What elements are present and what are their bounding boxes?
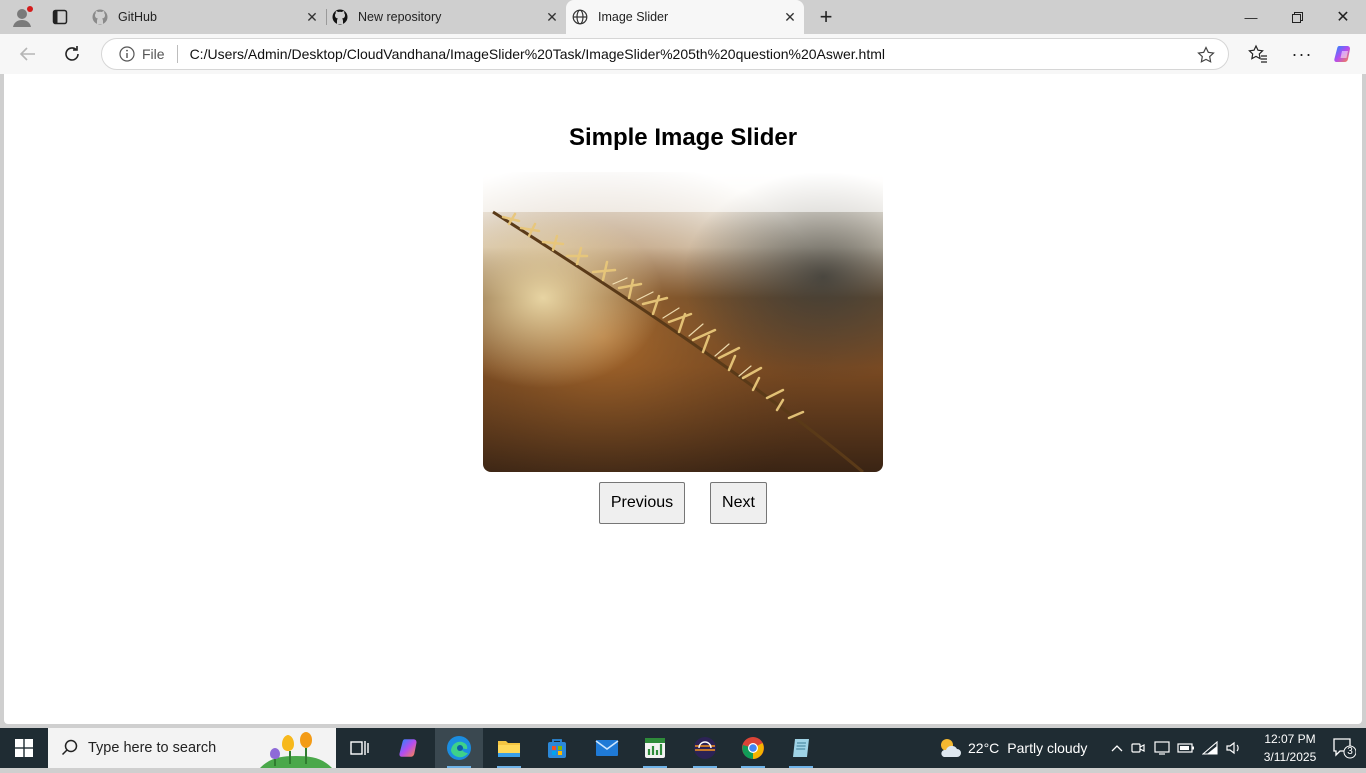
task-view-icon[interactable] bbox=[336, 728, 384, 768]
slider-image bbox=[483, 172, 883, 472]
meet-now-icon[interactable] bbox=[1126, 741, 1150, 755]
close-tab-icon[interactable]: ✕ bbox=[304, 9, 320, 25]
tab-actions-icon[interactable] bbox=[48, 6, 72, 28]
wifi-icon[interactable] bbox=[1198, 741, 1222, 755]
chrome-icon[interactable] bbox=[729, 728, 777, 768]
edge-browser-icon[interactable] bbox=[435, 728, 483, 768]
more-options-icon[interactable]: ··· bbox=[1288, 40, 1316, 68]
battery-icon[interactable] bbox=[1174, 742, 1198, 754]
profile-avatar-icon[interactable] bbox=[8, 4, 36, 30]
notification-center-icon[interactable]: 3 bbox=[1330, 736, 1358, 760]
notepad-icon[interactable] bbox=[777, 728, 825, 768]
tab-label: New repository bbox=[358, 10, 442, 24]
restore-icon[interactable] bbox=[1274, 0, 1320, 34]
favorite-star-icon[interactable] bbox=[1196, 45, 1216, 65]
weather-condition: Partly cloudy bbox=[1007, 740, 1088, 756]
page-title: Simple Image Slider bbox=[568, 124, 798, 151]
taskbar-clock[interactable]: 12:07 PM 3/11/2025 bbox=[1260, 730, 1320, 766]
globe-icon bbox=[572, 9, 588, 25]
browser-toolbar: File C:/Users/Admin/Desktop/CloudVandhan… bbox=[0, 34, 1366, 74]
search-placeholder: Type here to search bbox=[88, 740, 217, 756]
copilot-icon[interactable] bbox=[1330, 40, 1358, 68]
page-viewport: Simple Image Slider Previous Next bbox=[4, 74, 1362, 724]
tab-bar: GitHub ✕ New repository ✕ Image Slider ✕… bbox=[0, 0, 1366, 34]
weather-widget[interactable]: 22°C Partly cloudy bbox=[936, 728, 1087, 768]
taskbar-search[interactable]: Type here to search bbox=[48, 728, 336, 768]
tab-label: Image Slider bbox=[598, 10, 669, 24]
notification-count: 3 bbox=[1347, 746, 1353, 757]
tab-new-repository[interactable]: New repository ✕ bbox=[326, 0, 566, 34]
search-icon bbox=[60, 738, 80, 758]
clock-date: 3/11/2025 bbox=[1263, 750, 1317, 764]
url-text[interactable]: C:/Users/Admin/Desktop/CloudVandhana/Ima… bbox=[190, 46, 885, 62]
github-icon bbox=[92, 9, 108, 25]
partly-cloudy-icon bbox=[936, 735, 962, 761]
close-window-icon[interactable]: ✕ bbox=[1320, 0, 1366, 34]
tab-label: GitHub bbox=[118, 10, 157, 24]
clock-time: 12:07 PM bbox=[1264, 732, 1316, 746]
windows-start-icon[interactable] bbox=[0, 728, 48, 768]
weather-temp: 22°C bbox=[968, 740, 1000, 756]
show-hidden-icons-icon[interactable] bbox=[1108, 744, 1126, 752]
microsoft-store-icon[interactable] bbox=[533, 728, 581, 768]
tulips-icon bbox=[260, 730, 332, 768]
info-icon[interactable] bbox=[118, 45, 136, 63]
display-icon[interactable] bbox=[1150, 741, 1174, 755]
system-tray bbox=[1108, 728, 1246, 768]
file-scheme-label: File bbox=[142, 46, 165, 62]
next-button[interactable]: Next bbox=[710, 482, 767, 524]
volume-icon[interactable] bbox=[1222, 741, 1246, 755]
close-tab-icon[interactable]: ✕ bbox=[544, 9, 560, 25]
eclipse-icon[interactable] bbox=[681, 728, 729, 768]
tab-github[interactable]: GitHub ✕ bbox=[86, 0, 326, 34]
window-controls: — ✕ bbox=[1228, 0, 1366, 34]
mail-icon[interactable] bbox=[583, 728, 631, 768]
github-icon bbox=[332, 9, 348, 25]
new-tab-icon[interactable]: + bbox=[814, 4, 838, 29]
taskbar: Type here to search 22°C Partly cloudy 1… bbox=[0, 728, 1366, 768]
file-explorer-icon[interactable] bbox=[485, 728, 533, 768]
previous-button[interactable]: Previous bbox=[599, 482, 685, 524]
copilot-taskbar-icon[interactable] bbox=[386, 728, 434, 768]
minimize-icon[interactable]: — bbox=[1228, 0, 1274, 34]
spreadsheet-app-icon[interactable] bbox=[631, 728, 679, 768]
close-tab-icon[interactable]: ✕ bbox=[782, 9, 798, 25]
back-icon[interactable] bbox=[14, 40, 42, 68]
tab-image-slider[interactable]: Image Slider ✕ bbox=[566, 0, 804, 34]
address-divider bbox=[176, 45, 178, 63]
reload-icon[interactable] bbox=[58, 40, 86, 68]
address-bar[interactable]: File C:/Users/Admin/Desktop/CloudVandhan… bbox=[101, 38, 1229, 70]
favorites-icon[interactable] bbox=[1244, 40, 1272, 68]
